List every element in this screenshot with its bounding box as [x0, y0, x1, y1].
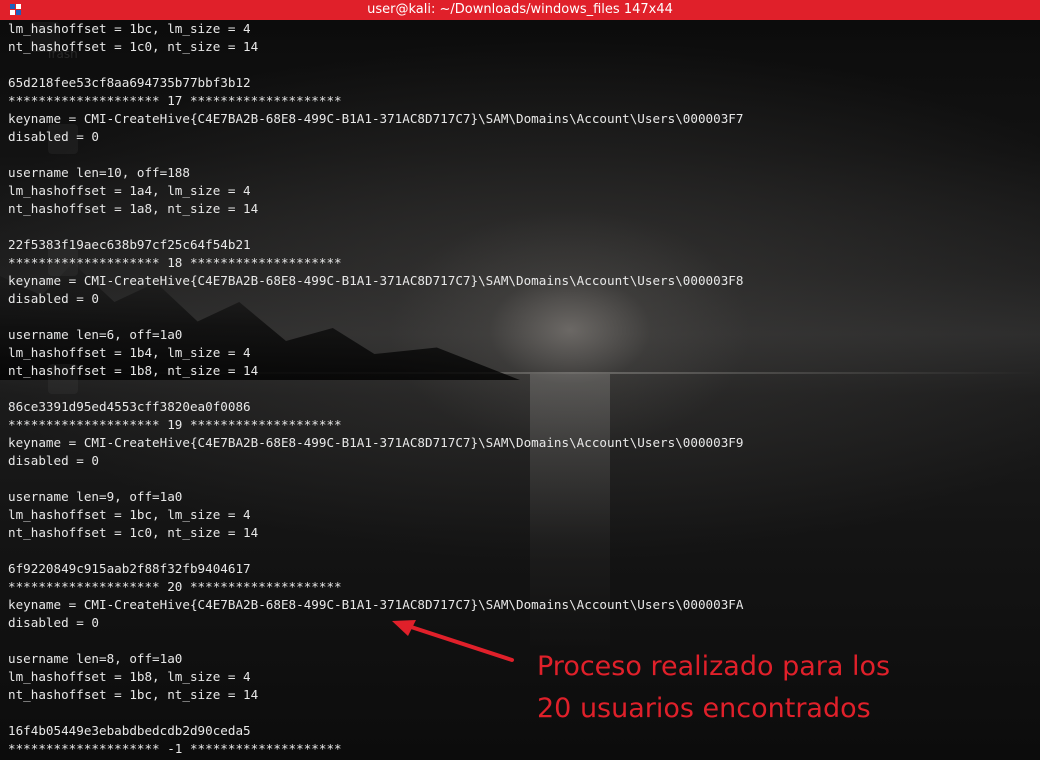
terminal-line: nt_hashoffset = 1c0, nt_size = 14 [8, 39, 259, 54]
desktop-screen: Trash user@kali: ~/Downloads/windows_fil… [0, 0, 1040, 760]
terminal-line: disabled = 0 [8, 129, 99, 144]
terminal-line: ******************** 20 ****************… [8, 579, 342, 594]
terminal-line: 86ce3391d95ed4553cff3820ea0f0086 [8, 399, 251, 414]
terminal-line: keyname = CMI-CreateHive{C4E7BA2B-68E8-4… [8, 435, 744, 450]
terminal-line: nt_hashoffset = 1a8, nt_size = 14 [8, 201, 259, 216]
terminal-line: keyname = CMI-CreateHive{C4E7BA2B-68E8-4… [8, 111, 744, 126]
terminal-line: 65d218fee53cf8aa694735b77bbf3b12 [8, 75, 251, 90]
annotation-line-1: Proceso realizado para los [537, 651, 891, 682]
terminal-line: ******************** 17 ****************… [8, 93, 342, 108]
terminal-line: keyname = CMI-CreateHive{C4E7BA2B-68E8-4… [8, 597, 744, 612]
terminal-line: username len=10, off=188 [8, 165, 190, 180]
terminal-line: lm_hashoffset = 1bc, lm_size = 4 [8, 21, 251, 36]
terminal-line: lm_hashoffset = 1a4, lm_size = 4 [8, 183, 251, 198]
terminal-line: disabled = 0 [8, 453, 99, 468]
terminal-line: lm_hashoffset = 1bc, lm_size = 4 [8, 507, 251, 522]
terminal-line: 6f9220849c915aab2f88f32fb9404617 [8, 561, 251, 576]
terminal-line: username len=9, off=1a0 [8, 489, 183, 504]
annotation-line-2: 20 usuarios encontrados [537, 693, 871, 724]
terminal-line: ******************** 19 ****************… [8, 417, 342, 432]
terminal-line: disabled = 0 [8, 615, 99, 630]
terminal-line: lm_hashoffset = 1b4, lm_size = 4 [8, 345, 251, 360]
terminal-line: username len=6, off=1a0 [8, 327, 183, 342]
window-title: user@kali: ~/Downloads/windows_files 147… [367, 2, 673, 17]
terminal-line: nt_hashoffset = 1c0, nt_size = 14 [8, 525, 259, 540]
terminal-line: ******************** 18 ****************… [8, 255, 342, 270]
terminal-line: 22f5383f19aec638b97cf25c64f54b21 [8, 237, 251, 252]
window-titlebar[interactable]: user@kali: ~/Downloads/windows_files 147… [0, 0, 1040, 20]
terminal-line: disabled = 0 [8, 291, 99, 306]
terminal-line: ******************** -1 ****************… [8, 741, 342, 756]
terminal-line: nt_hashoffset = 1b8, nt_size = 14 [8, 363, 259, 378]
annotation-callout: Proceso realizado para los 20 usuarios e… [537, 646, 890, 730]
terminal-line: keyname = CMI-CreateHive{C4E7BA2B-68E8-4… [8, 273, 744, 288]
